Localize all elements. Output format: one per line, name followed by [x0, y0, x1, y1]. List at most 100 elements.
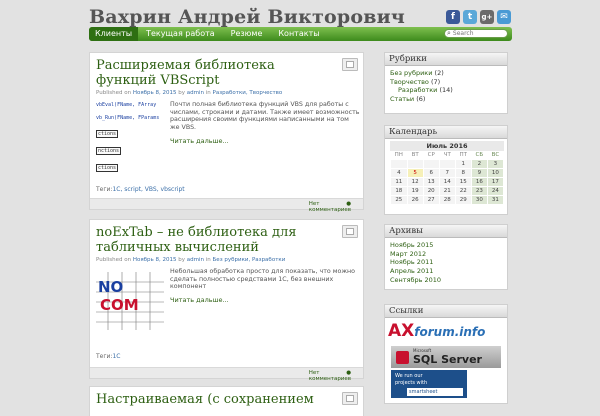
calendar-day: 28	[438, 195, 456, 205]
post-footer: Нет комментариев ●	[90, 367, 363, 382]
calendar-day-header: ЧТ	[443, 152, 451, 158]
calendar-day: 27	[422, 195, 440, 205]
code-line: vb_Run(FName, FParams	[96, 115, 160, 121]
calendar-day: 12	[406, 177, 424, 187]
post-card: noExTab – не библиотека для табличных вы…	[89, 219, 364, 382]
post-card: Расширяемая библиотека функций VBScript …	[89, 52, 364, 213]
rubric-link[interactable]: Разработки	[398, 86, 437, 94]
post-author[interactable]: admin	[187, 257, 204, 263]
calendar-day: 11	[390, 177, 408, 187]
axforum-banner[interactable]: AXforum.info	[388, 321, 504, 343]
comment-icon: ●	[346, 370, 351, 376]
calendar-day: 2	[470, 159, 488, 169]
calendar-day: 16	[470, 177, 488, 187]
calendar-day: 13	[422, 177, 440, 187]
post-categories[interactable]: Без рубрики, Разработки	[213, 257, 286, 263]
calendar-day: 18	[390, 186, 408, 196]
rubric-item: Разработки (14)	[398, 86, 453, 95]
code-button: nctions	[96, 147, 122, 155]
tag-links[interactable]: 1С, script, VBS, vbscript	[112, 186, 184, 193]
nocom-logo-no: NO	[98, 278, 123, 296]
post-meta: Published on Ноябрь 8, 2015 by admin in …	[96, 90, 283, 96]
rubric-link[interactable]: Творчество	[390, 78, 429, 86]
calendar-day: 5	[406, 168, 424, 178]
post-thumbnail: NO COM	[96, 272, 164, 330]
post-author[interactable]: admin	[187, 90, 204, 96]
calendar-day-header: ВТ	[411, 152, 419, 158]
nav-item-current-work[interactable]: Текущая работа	[138, 27, 223, 41]
calendar-day	[406, 159, 424, 169]
nav-item-clients[interactable]: Клиенты	[89, 27, 139, 41]
email-icon[interactable]: ✉	[497, 10, 511, 24]
comment-icon: ●	[346, 201, 351, 207]
archive-link[interactable]: Ноябрь 2015	[390, 241, 433, 249]
post-excerpt: Небольшая обработка просто для показать,…	[170, 268, 355, 290]
twitter-icon[interactable]: t	[463, 10, 477, 24]
calendar-day-header: ВС	[491, 152, 500, 158]
search-box: ⌕	[444, 29, 508, 38]
smartsheet-banner[interactable]: We run our projects with smartsheet	[391, 370, 467, 398]
calendar-day	[422, 159, 440, 169]
calendar-day: 26	[406, 195, 424, 205]
rubric-item: Без рубрики (2)	[390, 69, 444, 77]
calendar-day-header: ПТ	[459, 152, 468, 158]
post-title[interactable]: noExTab – не библиотека для табличных вы…	[96, 225, 336, 255]
code-button: ctions	[96, 164, 119, 172]
archive-link[interactable]: Ноябрь 2011	[390, 258, 433, 266]
post-tags: Теги:1С	[96, 353, 121, 360]
widget-title: Архивы	[385, 225, 507, 238]
calendar-day: 22	[454, 186, 472, 196]
archive-link[interactable]: Сентябрь 2010	[390, 276, 441, 284]
calendar-day: 9	[470, 168, 488, 178]
calendar-day: 20	[422, 186, 440, 196]
rubric-item: Статьи (6)	[390, 95, 426, 104]
read-more-link[interactable]: Читать дальше...	[170, 296, 229, 304]
facebook-icon[interactable]: f	[446, 10, 460, 24]
calendar-day: 14	[438, 177, 456, 187]
post-categories[interactable]: Разработки, Творчество	[213, 90, 283, 96]
widget-title: Рубрики	[385, 53, 507, 66]
googleplus-icon[interactable]: g+	[480, 10, 494, 24]
nav-item-resume[interactable]: Резюме	[223, 27, 271, 41]
archive-link[interactable]: Март 2012	[390, 250, 426, 258]
post-excerpt: Почти полная библиотека функций VBS для …	[170, 101, 360, 131]
calendar-table: Июль 2016 ПН ВТ СР ЧТ ПТ СБ ВС 1 2 3 4 5 6 7 8 9 10 11 12…	[390, 141, 505, 205]
calendar-month: Июль 2016	[390, 141, 504, 151]
sql-server-banner[interactable]: Microsoft SQL Server	[391, 346, 501, 368]
archive-link[interactable]: Апрель 2011	[390, 267, 433, 275]
site-title[interactable]: Вахрин Андрей Викторович	[89, 6, 405, 28]
post-date[interactable]: Ноябрь 8, 2015	[133, 257, 177, 263]
read-more-link[interactable]: Читать дальше...	[170, 137, 229, 145]
calendar-day: 8	[454, 168, 472, 178]
post-tags: Теги:1С, script, VBS, vbscript	[96, 186, 185, 193]
code-button: ctions	[96, 130, 119, 138]
calendar-day: 31	[486, 195, 505, 205]
calendar-day: 7	[438, 168, 456, 178]
widget-title: Ссылки	[385, 305, 507, 318]
rubrics-widget: Рубрики Без рубрики (2) Творчество (7) Р…	[384, 52, 508, 114]
post-title[interactable]: Расширяемая библиотека функций VBScript	[96, 58, 336, 88]
calendar-day: 3	[486, 159, 505, 169]
rubric-link[interactable]: Без рубрики	[390, 69, 432, 77]
post-date[interactable]: Ноябрь 8, 2015	[133, 90, 177, 96]
calendar-day: 24	[486, 186, 505, 196]
code-line: vbEval(FName, FArray	[96, 102, 157, 108]
search-icon[interactable]: ⌕	[447, 29, 451, 38]
nav-item-contacts[interactable]: Контакты	[270, 27, 327, 41]
calendar-widget: Календарь Июль 2016 ПН ВТ СР ЧТ ПТ СБ ВС 12345…	[384, 125, 508, 215]
social-icons: f t g+ ✉	[446, 10, 511, 24]
calendar-day: 1	[454, 159, 472, 169]
calendar-day: 15	[454, 177, 472, 187]
search-input[interactable]	[452, 30, 501, 37]
tag-links[interactable]: 1С	[112, 353, 120, 360]
calendar-day-header: СБ	[475, 152, 484, 158]
main-nav: Клиенты Текущая работа Резюме Контакты ⌕	[89, 27, 512, 41]
post-format-icon	[342, 58, 358, 71]
rubric-item: Творчество (7)	[390, 77, 441, 86]
calendar-day: 23	[470, 186, 488, 196]
calendar-day: 4	[390, 168, 408, 178]
rubric-link[interactable]: Статьи	[390, 95, 414, 103]
calendar-day-header: ПН	[394, 152, 403, 158]
calendar-day: 10	[486, 168, 505, 178]
post-format-icon	[342, 225, 358, 238]
